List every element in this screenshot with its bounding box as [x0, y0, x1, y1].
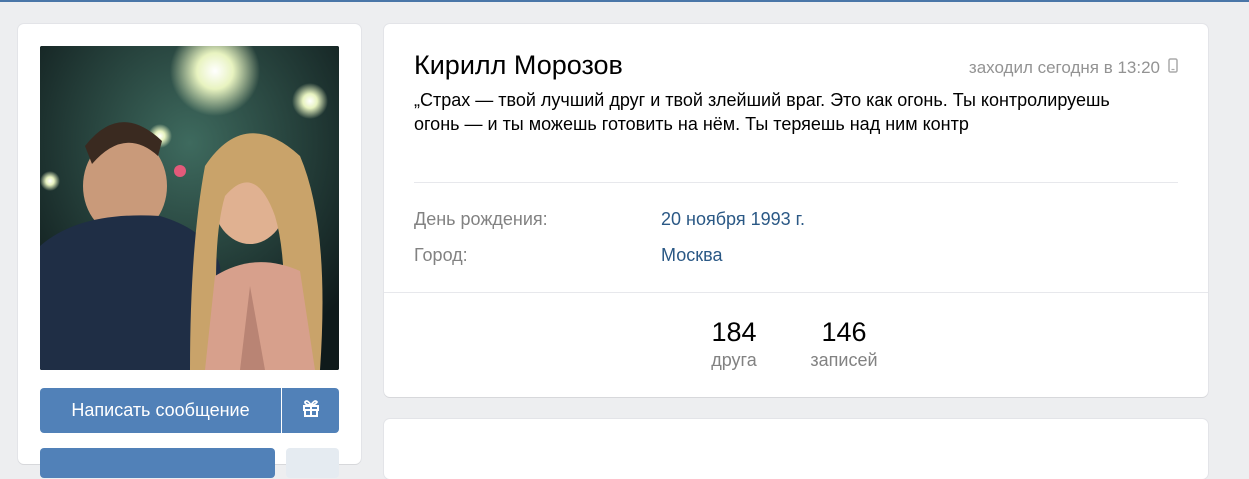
- top-header-edge: [0, 0, 1249, 2]
- birthday-link[interactable]: 20 ноября 1993 г.: [661, 207, 805, 231]
- counter-posts-label: записей: [810, 350, 878, 370]
- mobile-phone-icon: [1168, 57, 1178, 79]
- content-card: [384, 419, 1208, 479]
- profile-info-card: Кирилл Морозов заходил сегодня в 13:20 „…: [384, 24, 1208, 397]
- last-seen-text: заходил сегодня в 13:20: [968, 58, 1160, 77]
- profile-photo-image: [40, 46, 339, 370]
- more-actions-button[interactable]: [286, 448, 339, 478]
- city-link[interactable]: Москва: [661, 243, 722, 267]
- profile-photo-card: Написать сообщение: [18, 24, 361, 478]
- profile-actions: Написать сообщение: [40, 388, 339, 433]
- profile-status[interactable]: „Страх — твой лучший друг и твой злейший…: [414, 88, 1134, 136]
- friend-status-button[interactable]: [40, 448, 275, 478]
- profile-photo[interactable]: [40, 46, 339, 370]
- send-gift-button[interactable]: [282, 388, 339, 433]
- send-message-button[interactable]: Написать сообщение: [40, 388, 281, 433]
- secondary-actions: [40, 448, 339, 478]
- profile-name: Кирилл Морозов: [414, 50, 623, 80]
- counter-posts[interactable]: 146 записей: [802, 316, 886, 372]
- birthday-label: День рождения:: [414, 209, 548, 229]
- divider: [384, 292, 1208, 293]
- divider: [414, 182, 1178, 183]
- counter-friends[interactable]: 184 друга: [702, 316, 766, 372]
- counter-friends-number: 184: [711, 317, 757, 347]
- last-seen: заходил сегодня в 13:20: [969, 57, 1178, 79]
- counter-posts-number: 146: [821, 317, 867, 347]
- gift-icon: [301, 398, 321, 423]
- counter-friends-label: друга: [711, 350, 757, 370]
- city-label: Город:: [414, 245, 468, 265]
